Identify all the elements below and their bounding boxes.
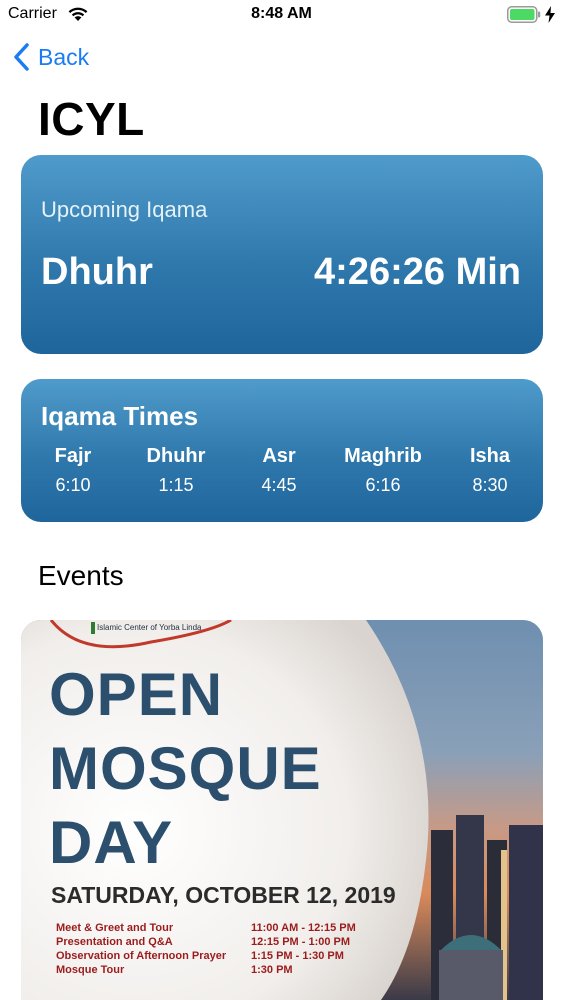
back-button[interactable]: Back <box>12 40 89 74</box>
upcoming-iqama-card: Upcoming Iqama Dhuhr 4:26:26 Min <box>21 155 543 354</box>
schedule-time: 1:15 PM - 1:30 PM <box>251 950 344 962</box>
page-title: ICYL <box>38 93 145 145</box>
poster-title-line: OPEN <box>49 661 224 728</box>
prayer-time: 8:30 <box>472 475 508 495</box>
schedule-event: Meet & Greet and Tour <box>56 922 174 934</box>
prayer-time-fajr: Fajr 6:10 <box>18 445 128 496</box>
poster-organization-name: Islamic Center of Yorba Linda <box>97 623 202 632</box>
prayer-time-dhuhr: Dhuhr 1:15 <box>121 445 231 496</box>
prayer-time: 6:16 <box>365 475 401 495</box>
poster-title-line: DAY <box>49 809 174 876</box>
iqama-times-row: Fajr 6:10 Dhuhr 1:15 Asr 4:45 Maghrib 6:… <box>21 445 543 505</box>
schedule-event: Presentation and Q&A <box>56 936 173 948</box>
poster-title-line: MOSQUE <box>49 735 322 802</box>
schedule-row: Presentation and Q&A 12:15 PM - 1:00 PM <box>56 936 386 950</box>
upcoming-iqama-label: Upcoming Iqama <box>41 197 208 222</box>
charging-bolt-icon <box>545 6 555 23</box>
prayer-time: 6:10 <box>55 475 91 495</box>
schedule-event: Observation of Afternoon Prayer <box>56 950 227 962</box>
prayer-name: Dhuhr <box>146 445 206 467</box>
schedule-time: 1:30 PM <box>251 964 293 976</box>
schedule-row: Observation of Afternoon Prayer 1:15 PM … <box>56 950 386 964</box>
iqama-times-card: Iqama Times Fajr 6:10 Dhuhr 1:15 Asr 4:4… <box>21 379 543 522</box>
schedule-event: Mosque Tour <box>56 964 125 976</box>
upcoming-countdown: 4:26:26 Min <box>314 251 521 293</box>
schedule-row: Meet & Greet and Tour 11:00 AM - 12:15 P… <box>56 922 386 936</box>
prayer-time: 4:45 <box>261 475 297 495</box>
back-label: Back <box>38 43 90 70</box>
prayer-name: Asr <box>262 445 296 467</box>
events-heading: Events <box>38 560 124 591</box>
prayer-time: 1:15 <box>158 475 194 495</box>
prayer-time-maghrib: Maghrib 6:16 <box>328 445 438 496</box>
iqama-times-title: Iqama Times <box>41 401 199 431</box>
prayer-time-isha: Isha 8:30 <box>435 445 545 496</box>
status-bar: Carrier 8:48 AM <box>0 0 563 30</box>
poster-schedule: Meet & Greet and Tour 11:00 AM - 12:15 P… <box>56 922 386 978</box>
schedule-row: Mosque Tour 1:30 PM <box>56 964 386 978</box>
schedule-time: 11:00 AM - 12:15 PM <box>251 922 356 934</box>
battery-icon <box>507 6 541 23</box>
event-poster-open-mosque-day[interactable]: Islamic Center of Yorba Linda OPEN MOSQU… <box>21 620 543 1000</box>
schedule-time: 12:15 PM - 1:00 PM <box>251 936 351 948</box>
prayer-name: Fajr <box>54 445 92 467</box>
upcoming-prayer-name: Dhuhr <box>41 251 153 293</box>
clock-time: 8:48 AM <box>251 5 312 22</box>
chevron-left-icon <box>14 43 29 71</box>
prayer-name: Maghrib <box>344 445 422 467</box>
prayer-name: Isha <box>469 445 511 467</box>
prayer-time-asr: Asr 4:45 <box>224 445 334 496</box>
poster-date: SATURDAY, OCTOBER 12, 2019 <box>51 882 396 908</box>
